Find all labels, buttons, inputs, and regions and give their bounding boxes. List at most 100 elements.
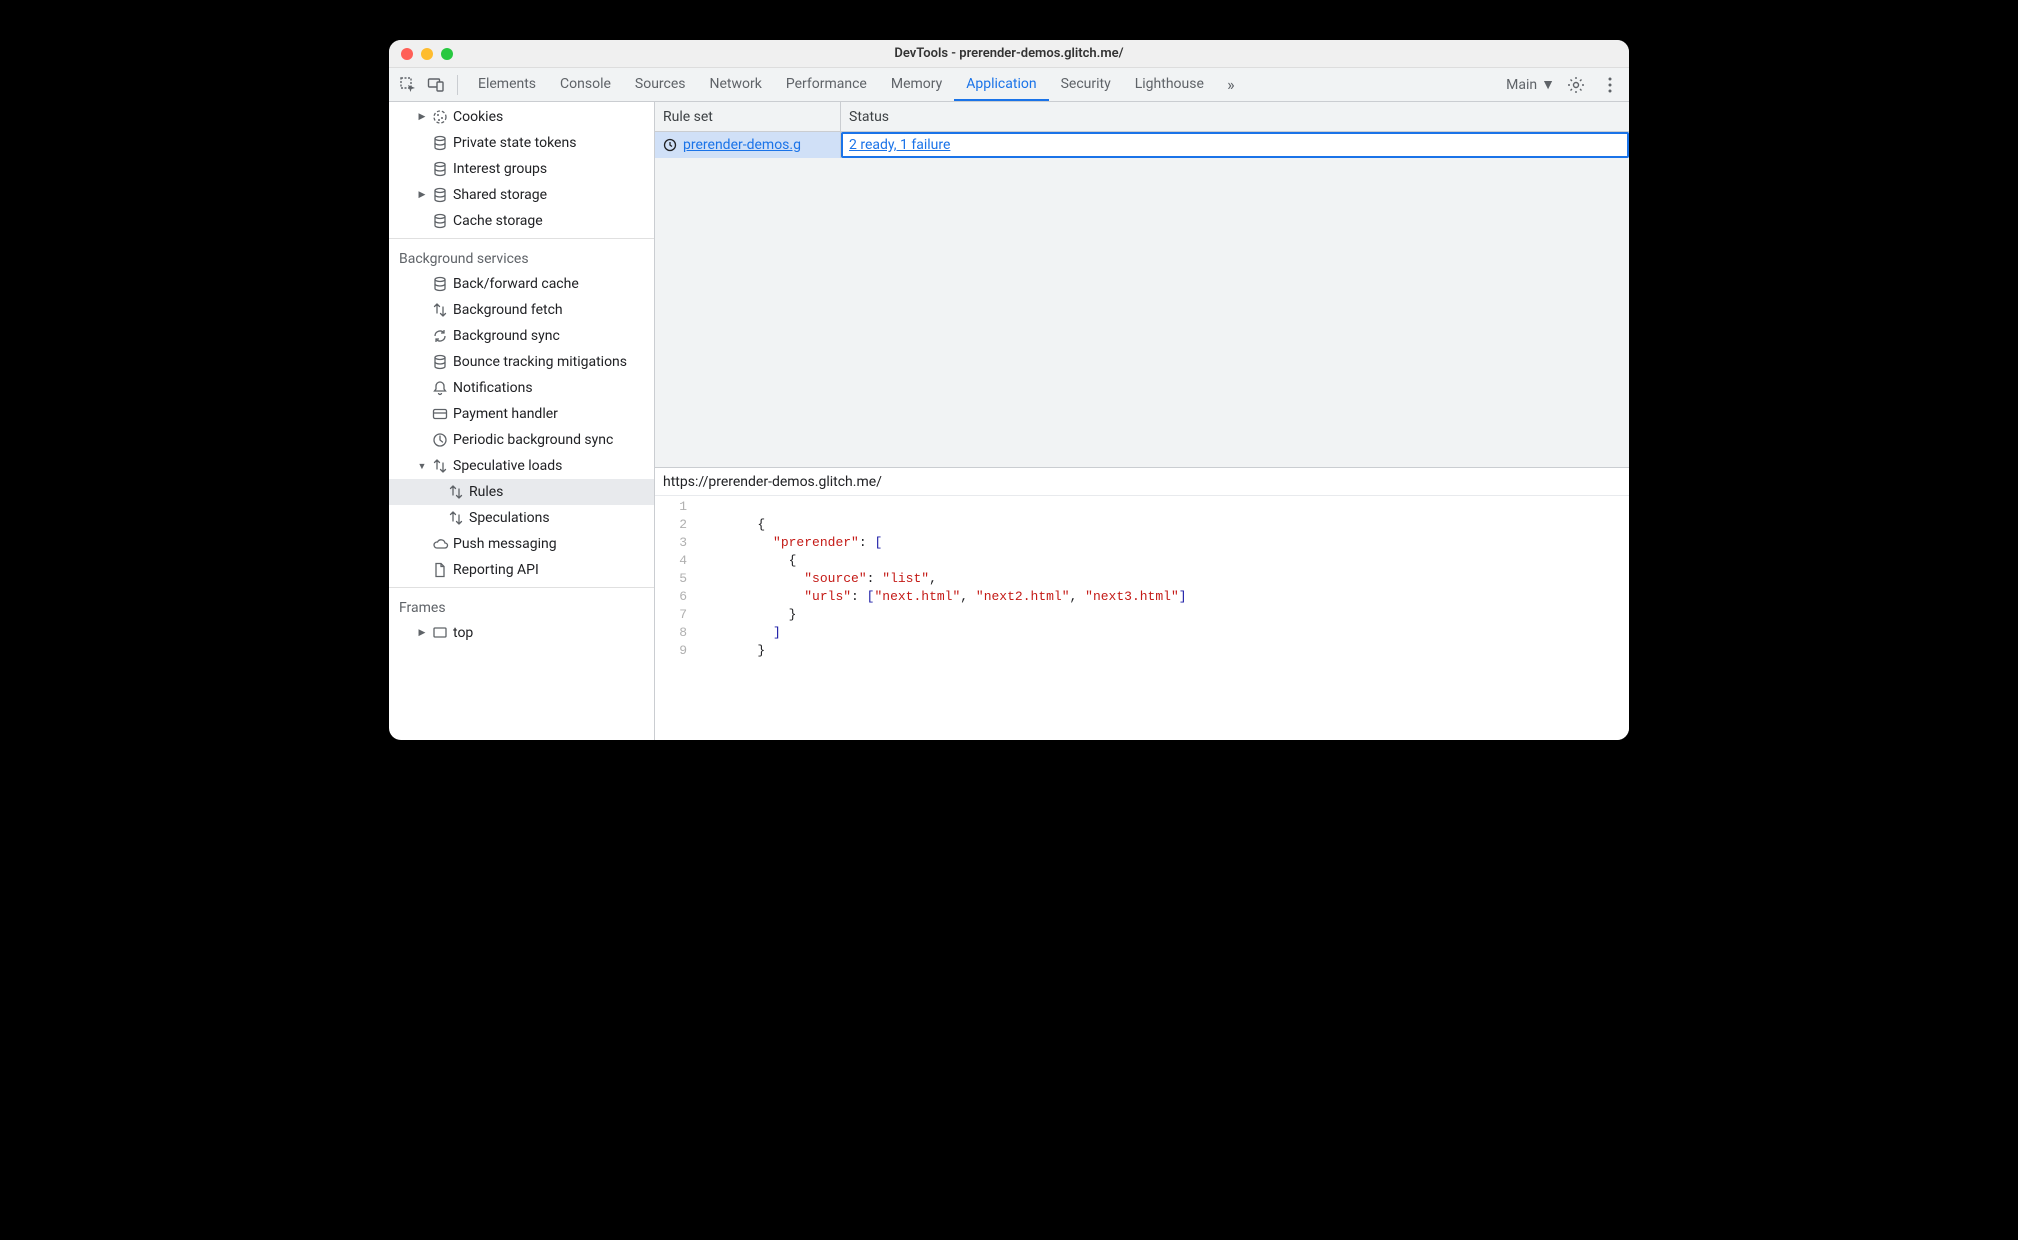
inspect-icon[interactable] <box>395 72 421 98</box>
sidebar-item-periodic-background-sync[interactable]: Periodic background sync <box>389 427 654 453</box>
sidebar-item-top[interactable]: ▶ top <box>389 620 654 646</box>
sidebar-item-label: top <box>453 625 473 641</box>
minimize-window-button[interactable] <box>421 48 433 60</box>
code-viewer: 123456789 { "prerender": [ { "source": "… <box>655 496 1629 740</box>
content-pane: Rule set Status prerender-demos.g 2 ready… <box>655 102 1629 740</box>
cookie-icon <box>431 108 449 126</box>
sidebar-item-back-forward-cache[interactable]: Back/forward cache <box>389 271 654 297</box>
chevron-right-icon: ▶ <box>417 190 427 200</box>
db-icon <box>431 186 449 204</box>
sidebar-item-cookies[interactable]: ▶Cookies <box>389 104 654 130</box>
sidebar-item-label: Shared storage <box>453 187 547 203</box>
sidebar-item-label: Speculative loads <box>453 458 562 474</box>
details-url: https://prerender-demos.glitch.me/ <box>655 468 1629 496</box>
titlebar: DevTools - prerender-demos.glitch.me/ <box>389 40 1629 68</box>
sync-icon <box>431 327 449 345</box>
sidebar-item-label: Private state tokens <box>453 135 576 151</box>
kebab-menu-icon[interactable] <box>1597 72 1623 98</box>
db-icon <box>431 275 449 293</box>
cloud-icon <box>431 535 449 553</box>
sidebar-item-label: Reporting API <box>453 562 539 578</box>
grid-body: prerender-demos.g 2 ready, 1 failure <box>655 132 1629 468</box>
tab-console[interactable]: Console <box>548 68 623 101</box>
sidebar-item-private-state-tokens[interactable]: Private state tokens <box>389 130 654 156</box>
sidebar-item-bounce-tracking-mitigations[interactable]: Bounce tracking mitigations <box>389 349 654 375</box>
card-icon <box>431 405 449 423</box>
tab-elements[interactable]: Elements <box>466 68 548 101</box>
cell-status: 2 ready, 1 failure <box>841 132 1629 158</box>
frame-icon <box>431 624 449 642</box>
doc-icon <box>431 561 449 579</box>
tab-sources[interactable]: Sources <box>623 68 698 101</box>
target-label: Main <box>1506 77 1537 93</box>
clock-icon <box>661 136 679 154</box>
section-header-frames: Frames <box>389 592 654 620</box>
chevron-right-icon: ▶ <box>417 112 427 122</box>
sidebar-item-speculations[interactable]: Speculations <box>389 505 654 531</box>
chevron-down-icon: ▼ <box>417 461 427 472</box>
sidebar-item-push-messaging[interactable]: Push messaging <box>389 531 654 557</box>
tab-lighthouse[interactable]: Lighthouse <box>1123 68 1216 101</box>
sidebar-item-reporting-api[interactable]: Reporting API <box>389 557 654 583</box>
sidebar-item-notifications[interactable]: Notifications <box>389 375 654 401</box>
sidebar-item-label: Background sync <box>453 328 560 344</box>
devtools-window: DevTools - prerender-demos.glitch.me/ El… <box>389 40 1629 740</box>
tab-network[interactable]: Network <box>698 68 774 101</box>
sidebar-item-label: Back/forward cache <box>453 276 579 292</box>
sidebar-item-payment-handler[interactable]: Payment handler <box>389 401 654 427</box>
sidebar-item-label: Notifications <box>453 380 533 396</box>
traffic-lights <box>389 48 453 60</box>
toolbar: ElementsConsoleSourcesNetworkPerformance… <box>389 68 1629 102</box>
tab-memory[interactable]: Memory <box>879 68 954 101</box>
sidebar-item-shared-storage[interactable]: ▶ Shared storage <box>389 182 654 208</box>
updown-icon <box>431 457 449 475</box>
db-icon <box>431 353 449 371</box>
ruleset-link[interactable]: prerender-demos.g <box>683 137 801 153</box>
sidebar-item-label: Interest groups <box>453 161 547 177</box>
column-header-status[interactable]: Status <box>841 102 1629 131</box>
grid-header: Rule set Status <box>655 102 1629 132</box>
sidebar-item-label: Rules <box>469 484 503 500</box>
updown-icon <box>447 483 465 501</box>
tab-performance[interactable]: Performance <box>774 68 879 101</box>
tab-security[interactable]: Security <box>1049 68 1123 101</box>
sidebar-item-label: Bounce tracking mitigations <box>453 354 627 370</box>
section-header-background-services: Background services <box>389 243 654 271</box>
sidebar-item-interest-groups[interactable]: Interest groups <box>389 156 654 182</box>
db-icon <box>431 134 449 152</box>
close-window-button[interactable] <box>401 48 413 60</box>
chevron-right-icon: ▶ <box>417 628 427 638</box>
status-link[interactable]: 2 ready, 1 failure <box>849 137 950 153</box>
sidebar-item-cache-storage[interactable]: Cache storage <box>389 208 654 234</box>
clock-icon <box>431 431 449 449</box>
window-title: DevTools - prerender-demos.glitch.me/ <box>389 46 1629 61</box>
maximize-window-button[interactable] <box>441 48 453 60</box>
device-toolbar-icon[interactable] <box>423 72 449 98</box>
db-icon <box>431 160 449 178</box>
grid-row[interactable]: prerender-demos.g 2 ready, 1 failure <box>655 132 1629 158</box>
sidebar-item-background-fetch[interactable]: Background fetch <box>389 297 654 323</box>
tab-application[interactable]: Application <box>954 68 1048 101</box>
tab-strip: ElementsConsoleSourcesNetworkPerformance… <box>466 68 1216 101</box>
target-selector[interactable]: Main ▼ <box>1506 76 1555 93</box>
chevron-down-icon: ▼ <box>1541 76 1555 93</box>
sidebar-item-label: Speculations <box>469 510 550 526</box>
code-gutter: 123456789 <box>655 496 695 740</box>
sidebar-item-label: Background fetch <box>453 302 563 318</box>
sidebar-item-label: Periodic background sync <box>453 432 613 448</box>
bell-icon <box>431 379 449 397</box>
updown-icon <box>447 509 465 527</box>
toolbar-divider <box>457 75 458 95</box>
column-header-ruleset[interactable]: Rule set <box>655 102 841 131</box>
updown-icon <box>431 301 449 319</box>
settings-icon[interactable] <box>1563 72 1589 98</box>
db-icon <box>431 212 449 230</box>
sidebar-item-speculative-loads[interactable]: ▼ Speculative loads <box>389 453 654 479</box>
sidebar: ▶Cookies Private state tokens Interest gro… <box>389 102 655 740</box>
code-content[interactable]: { "prerender": [ { "source": "list", "ur… <box>695 496 1187 740</box>
sidebar-item-rules[interactable]: Rules <box>389 479 654 505</box>
cell-ruleset: prerender-demos.g <box>655 132 841 158</box>
sidebar-item-label: Cache storage <box>453 213 543 229</box>
sidebar-item-background-sync[interactable]: Background sync <box>389 323 654 349</box>
more-tabs-icon[interactable]: » <box>1218 72 1244 98</box>
